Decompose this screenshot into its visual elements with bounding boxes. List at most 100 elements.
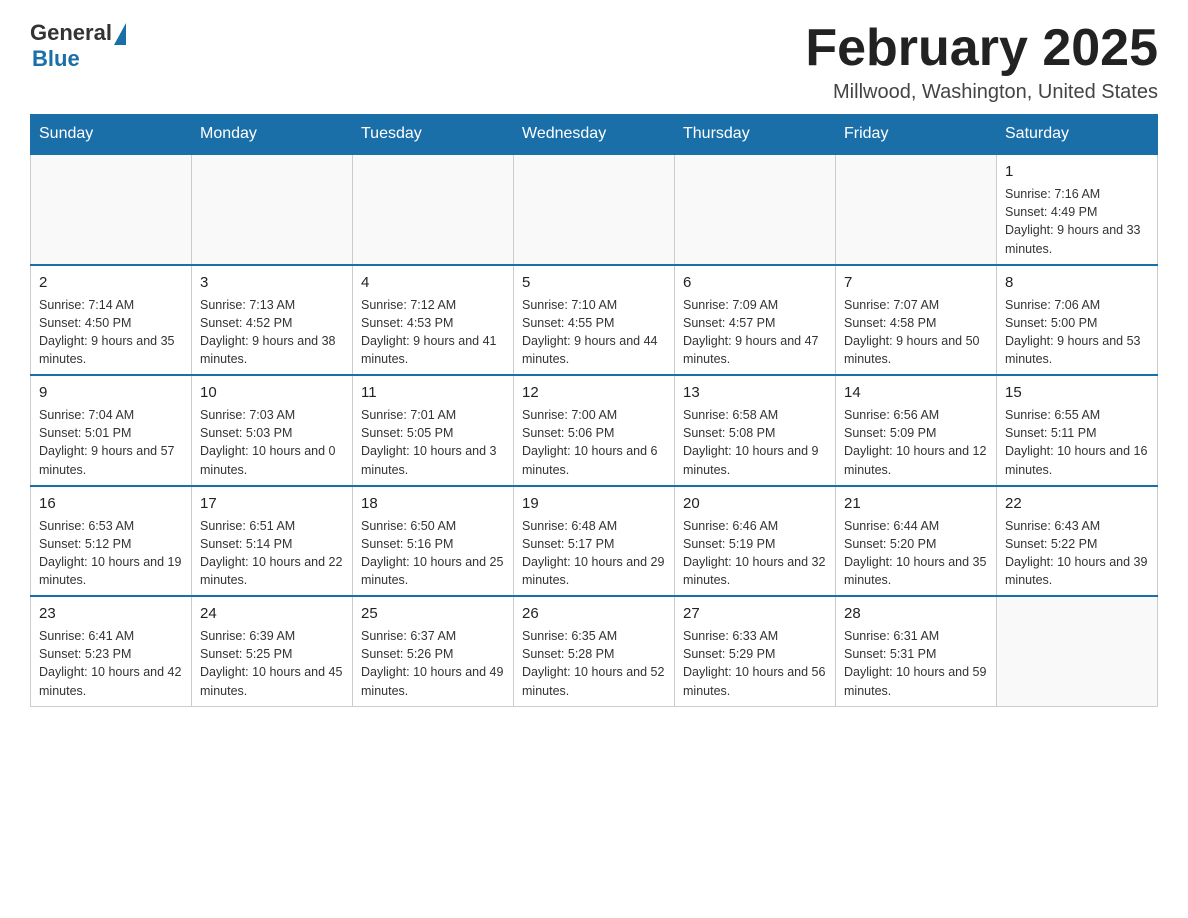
weekday-header-tuesday: Tuesday (353, 115, 514, 155)
calendar-cell (675, 154, 836, 265)
calendar-cell (836, 154, 997, 265)
day-number: 11 (361, 382, 505, 403)
calendar-cell: 16 Sunrise: 6:53 AM Sunset: 5:12 PM Dayli… (31, 486, 192, 597)
day-info: Sunrise: 7:00 AM Sunset: 5:06 PM Dayligh… (522, 406, 666, 479)
day-info: Sunrise: 7:03 AM Sunset: 5:03 PM Dayligh… (200, 406, 344, 479)
day-number: 26 (522, 603, 666, 624)
day-number: 17 (200, 493, 344, 514)
calendar-cell: 26Sunrise: 6:35 AM Sunset: 5:28 PM Dayli… (514, 596, 675, 706)
day-number: 4 (361, 272, 505, 293)
calendar-cell: 21 Sunrise: 6:44 AM Sunset: 5:20 PM Dayli… (836, 486, 997, 597)
day-info: Sunrise: 6:31 AM Sunset: 5:31 PM Dayligh… (844, 627, 988, 700)
logo-general-text: General (30, 20, 112, 46)
weekday-header-sunday: Sunday (31, 115, 192, 155)
day-info: Sunrise: 7:12 AM Sunset: 4:53 PM Dayligh… (361, 296, 505, 369)
day-number: 25 (361, 603, 505, 624)
calendar-cell: 2 Sunrise: 7:14 AM Sunset: 4:50 PM Daylig… (31, 265, 192, 376)
day-number: 9 (39, 382, 183, 403)
day-info: Sunrise: 7:13 AM Sunset: 4:52 PM Dayligh… (200, 296, 344, 369)
calendar-cell: 8 Sunrise: 7:06 AM Sunset: 5:00 PM Daylig… (997, 265, 1158, 376)
day-number: 28 (844, 603, 988, 624)
calendar-cell: 1 Sunrise: 7:16 AM Sunset: 4:49 PM Daylig… (997, 154, 1158, 265)
day-info: Sunrise: 6:50 AM Sunset: 5:16 PM Dayligh… (361, 517, 505, 590)
day-info: Sunrise: 6:44 AM Sunset: 5:20 PM Dayligh… (844, 517, 988, 590)
day-number: 14 (844, 382, 988, 403)
day-info: Sunrise: 6:53 AM Sunset: 5:12 PM Dayligh… (39, 517, 183, 590)
day-info: Sunrise: 6:41 AM Sunset: 5:23 PM Dayligh… (39, 627, 183, 700)
calendar-cell (353, 154, 514, 265)
logo-triangle-icon (114, 23, 126, 45)
day-info: Sunrise: 6:55 AM Sunset: 5:11 PM Dayligh… (1005, 406, 1149, 479)
day-number: 24 (200, 603, 344, 624)
weekday-header-friday: Friday (836, 115, 997, 155)
day-info: Sunrise: 6:51 AM Sunset: 5:14 PM Dayligh… (200, 517, 344, 590)
weekday-header-monday: Monday (192, 115, 353, 155)
calendar-week-2: 2 Sunrise: 7:14 AM Sunset: 4:50 PM Daylig… (31, 265, 1158, 376)
day-info: Sunrise: 7:09 AM Sunset: 4:57 PM Dayligh… (683, 296, 827, 369)
calendar-cell: 19 Sunrise: 6:48 AM Sunset: 5:17 PM Dayli… (514, 486, 675, 597)
calendar-cell: 15 Sunrise: 6:55 AM Sunset: 5:11 PM Dayli… (997, 375, 1158, 486)
day-number: 2 (39, 272, 183, 293)
logo-blue-text: Blue (32, 46, 80, 72)
calendar-cell (31, 154, 192, 265)
calendar-cell: 28 Sunrise: 6:31 AM Sunset: 5:31 PM Dayli… (836, 596, 997, 706)
title-section: February 2025 Millwood, Washington, Unit… (805, 20, 1158, 104)
day-info: Sunrise: 7:07 AM Sunset: 4:58 PM Dayligh… (844, 296, 988, 369)
logo: General Blue (30, 20, 126, 72)
day-info: Sunrise: 6:46 AM Sunset: 5:19 PM Dayligh… (683, 517, 827, 590)
weekday-header-wednesday: Wednesday (514, 115, 675, 155)
calendar-cell: 22 Sunrise: 6:43 AM Sunset: 5:22 PM Dayli… (997, 486, 1158, 597)
day-number: 22 (1005, 493, 1149, 514)
calendar-cell (192, 154, 353, 265)
weekday-header-saturday: Saturday (997, 115, 1158, 155)
calendar-cell: 6 Sunrise: 7:09 AM Sunset: 4:57 PM Daylig… (675, 265, 836, 376)
day-info: Sunrise: 7:10 AM Sunset: 4:55 PM Dayligh… (522, 296, 666, 369)
calendar-cell: 23 Sunrise: 6:41 AM Sunset: 5:23 PM Dayli… (31, 596, 192, 706)
calendar-cell: 11Sunrise: 7:01 AM Sunset: 5:05 PM Dayli… (353, 375, 514, 486)
day-info: Sunrise: 6:58 AM Sunset: 5:08 PM Dayligh… (683, 406, 827, 479)
calendar-cell: 18Sunrise: 6:50 AM Sunset: 5:16 PM Dayli… (353, 486, 514, 597)
calendar-cell: 13Sunrise: 6:58 AM Sunset: 5:08 PM Dayli… (675, 375, 836, 486)
day-info: Sunrise: 7:04 AM Sunset: 5:01 PM Dayligh… (39, 406, 183, 479)
day-number: 5 (522, 272, 666, 293)
calendar-week-5: 23 Sunrise: 6:41 AM Sunset: 5:23 PM Dayli… (31, 596, 1158, 706)
day-number: 21 (844, 493, 988, 514)
calendar-cell: 10Sunrise: 7:03 AM Sunset: 5:03 PM Dayli… (192, 375, 353, 486)
day-info: Sunrise: 6:37 AM Sunset: 5:26 PM Dayligh… (361, 627, 505, 700)
month-title: February 2025 (805, 20, 1158, 77)
calendar-week-3: 9 Sunrise: 7:04 AM Sunset: 5:01 PM Daylig… (31, 375, 1158, 486)
day-info: Sunrise: 6:48 AM Sunset: 5:17 PM Dayligh… (522, 517, 666, 590)
day-number: 16 (39, 493, 183, 514)
calendar-cell: 9 Sunrise: 7:04 AM Sunset: 5:01 PM Daylig… (31, 375, 192, 486)
day-number: 8 (1005, 272, 1149, 293)
day-info: Sunrise: 6:43 AM Sunset: 5:22 PM Dayligh… (1005, 517, 1149, 590)
day-number: 15 (1005, 382, 1149, 403)
calendar-cell: 27Sunrise: 6:33 AM Sunset: 5:29 PM Dayli… (675, 596, 836, 706)
day-number: 6 (683, 272, 827, 293)
day-number: 3 (200, 272, 344, 293)
calendar-cell: 17 Sunrise: 6:51 AM Sunset: 5:14 PM Dayli… (192, 486, 353, 597)
day-number: 27 (683, 603, 827, 624)
day-info: Sunrise: 6:39 AM Sunset: 5:25 PM Dayligh… (200, 627, 344, 700)
day-info: Sunrise: 7:16 AM Sunset: 4:49 PM Dayligh… (1005, 185, 1149, 258)
calendar-header-row: SundayMondayTuesdayWednesdayThursdayFrid… (31, 115, 1158, 155)
page-header: General Blue February 2025 Millwood, Was… (30, 20, 1158, 104)
calendar-cell (514, 154, 675, 265)
calendar-week-1: 1 Sunrise: 7:16 AM Sunset: 4:49 PM Daylig… (31, 154, 1158, 265)
calendar-cell: 3 Sunrise: 7:13 AM Sunset: 4:52 PM Daylig… (192, 265, 353, 376)
calendar-table: SundayMondayTuesdayWednesdayThursdayFrid… (30, 114, 1158, 707)
calendar-cell: 20Sunrise: 6:46 AM Sunset: 5:19 PM Dayli… (675, 486, 836, 597)
day-info: Sunrise: 7:06 AM Sunset: 5:00 PM Dayligh… (1005, 296, 1149, 369)
calendar-cell (997, 596, 1158, 706)
day-number: 23 (39, 603, 183, 624)
calendar-cell: 24 Sunrise: 6:39 AM Sunset: 5:25 PM Dayli… (192, 596, 353, 706)
day-number: 1 (1005, 161, 1149, 182)
location-title: Millwood, Washington, United States (805, 81, 1158, 104)
day-info: Sunrise: 7:14 AM Sunset: 4:50 PM Dayligh… (39, 296, 183, 369)
day-number: 7 (844, 272, 988, 293)
calendar-week-4: 16 Sunrise: 6:53 AM Sunset: 5:12 PM Dayli… (31, 486, 1158, 597)
day-number: 12 (522, 382, 666, 403)
day-number: 19 (522, 493, 666, 514)
calendar-cell: 25 Sunrise: 6:37 AM Sunset: 5:26 PM Dayli… (353, 596, 514, 706)
day-info: Sunrise: 6:56 AM Sunset: 5:09 PM Dayligh… (844, 406, 988, 479)
